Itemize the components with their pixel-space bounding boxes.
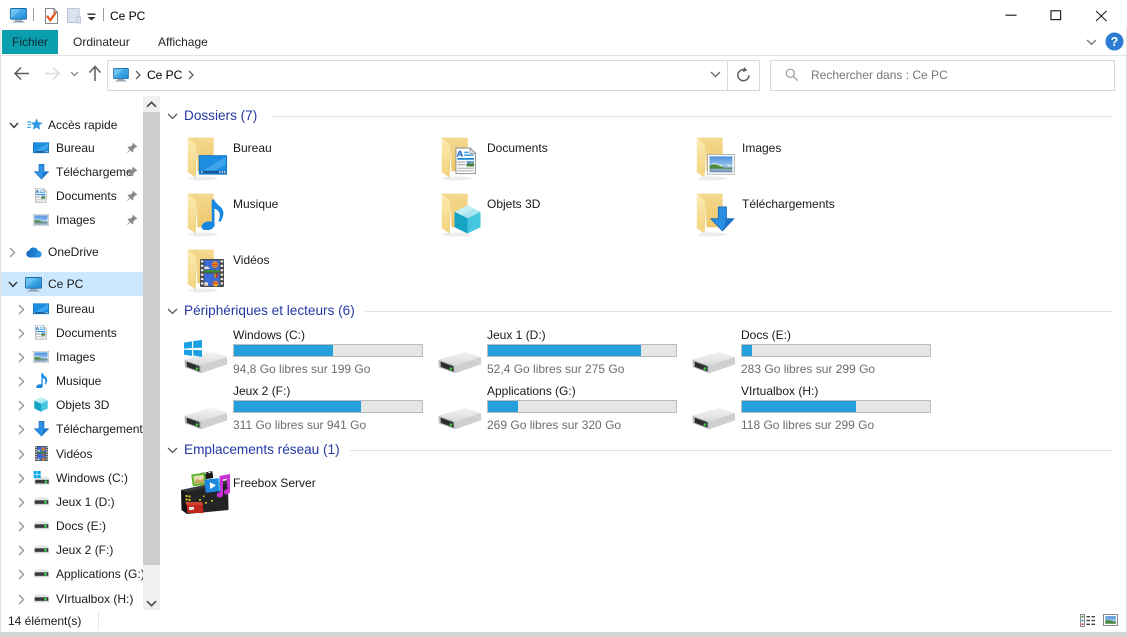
svg-text:?: ? [1111, 35, 1119, 49]
